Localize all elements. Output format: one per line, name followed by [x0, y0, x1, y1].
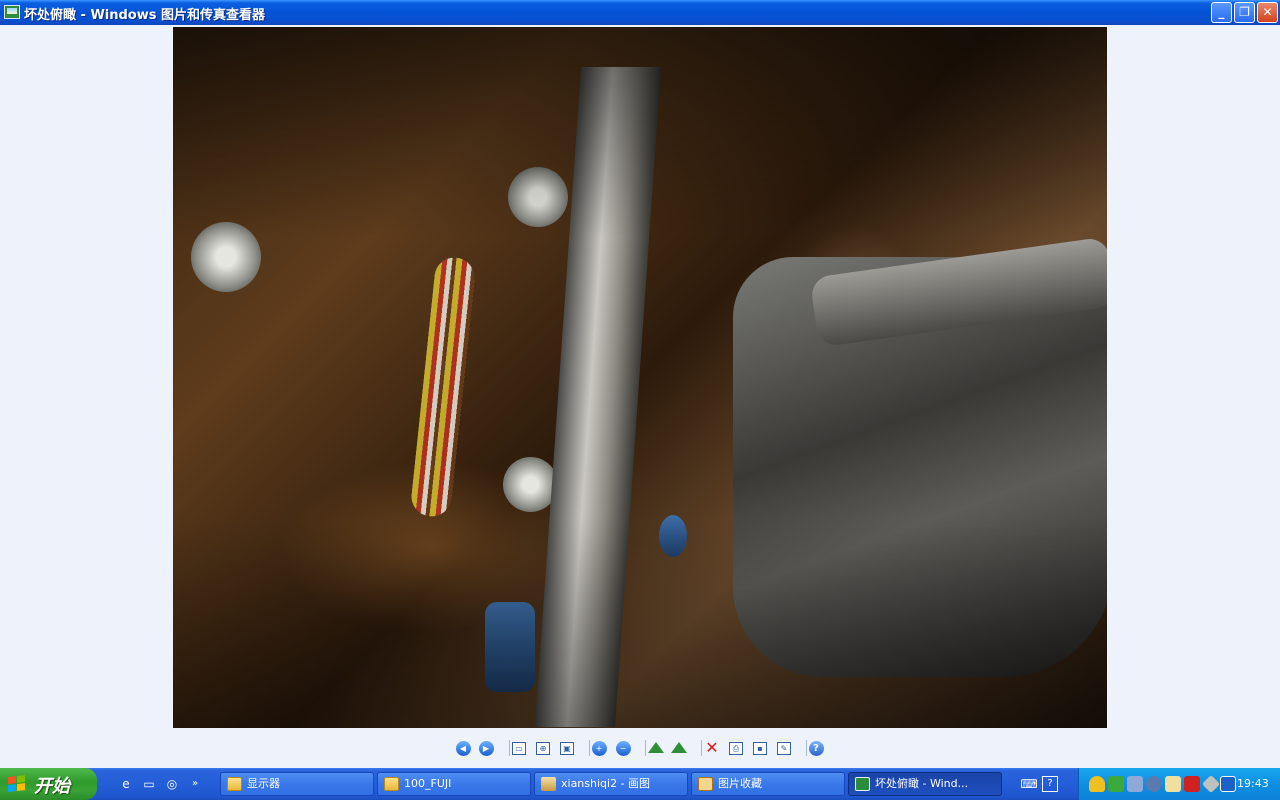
taskbar-item-my-pictures[interactable]: 图片收藏 [691, 772, 845, 796]
previous-image-button[interactable]: ◀ [453, 738, 473, 758]
taskbar: 开始 e ▭ ◎ » 显示器 100_FUJI xianshiqi2 - 画图 … [0, 768, 1280, 800]
show-desktop-icon[interactable]: ▭ [140, 776, 158, 792]
help-icon: ? [808, 741, 824, 756]
start-label: 开始 [34, 776, 70, 797]
previous-icon: ◀ [455, 741, 471, 756]
favorites-icon [698, 777, 713, 791]
start-button[interactable]: 开始 [0, 768, 97, 800]
slideshow-icon: ▣ [560, 742, 574, 755]
media-player-icon[interactable]: ◎ [163, 776, 181, 792]
kaspersky-icon[interactable] [1184, 776, 1200, 792]
diamond-icon[interactable] [1201, 774, 1221, 794]
taskbar-item-label: xianshiqi2 - 画图 [561, 777, 651, 790]
viewer-icon [855, 777, 870, 791]
title-bar[interactable]: 坏处俯瞰 - Windows 图片和传真查看器 _ ❐ ✕ [0, 0, 1280, 25]
zoom-out-button[interactable]: − [613, 738, 633, 758]
delete-icon: ✕ [705, 738, 719, 757]
rotate-clockwise-button[interactable] [646, 738, 666, 758]
volume-icon[interactable] [1146, 776, 1162, 792]
folder-icon [384, 777, 399, 791]
display-icon[interactable] [1220, 776, 1236, 792]
next-image-button[interactable]: ▶ [476, 738, 496, 758]
windows-logo-icon [8, 775, 26, 793]
rotate-counterclockwise-button[interactable] [669, 738, 689, 758]
restore-button[interactable]: ❐ [1234, 2, 1255, 23]
save-icon: ▪ [753, 742, 767, 755]
picture-viewer-icon [4, 5, 20, 19]
zoom-in-icon: + [591, 741, 607, 756]
taskbar-item-paint[interactable]: xianshiqi2 - 画图 [534, 772, 688, 796]
system-tray: 19:43 [1078, 768, 1280, 800]
internet-explorer-icon[interactable]: e [117, 776, 135, 792]
rotate-clockwise-icon [648, 742, 664, 753]
taskbar-item-label: 坏处俯瞰 - Wind... [875, 777, 969, 790]
next-icon: ▶ [478, 741, 494, 756]
network-icon[interactable] [1127, 776, 1143, 792]
close-button[interactable]: ✕ [1257, 2, 1278, 23]
taskbar-item-label: 100_FUJI [404, 777, 452, 790]
best-fit-button[interactable]: ▭ [509, 738, 529, 758]
displayed-photo[interactable] [173, 27, 1107, 728]
print-button[interactable]: ⎙ [726, 738, 746, 758]
actual-size-button[interactable]: ⊕ [533, 738, 553, 758]
taskbar-item-label: 图片收藏 [718, 777, 762, 790]
viewer-area: ◀ ▶ ▭ ⊕ ▣ + − ✕ ⎙ ▪ ✎ ? [0, 25, 1280, 768]
slideshow-button[interactable]: ▣ [557, 738, 577, 758]
minimize-button[interactable]: _ [1211, 2, 1232, 23]
viewer-toolbar: ◀ ▶ ▭ ⊕ ▣ + − ✕ ⎙ ▪ ✎ ? [450, 738, 830, 758]
paint-icon [541, 777, 556, 791]
antivirus-icon[interactable] [1108, 776, 1124, 792]
taskbar-item-label: 显示器 [247, 777, 280, 790]
zoom-in-button[interactable]: + [589, 738, 609, 758]
mail-icon[interactable] [1165, 776, 1181, 792]
language-bar-icon[interactable]: ⌨ [1020, 776, 1038, 792]
window-title: 坏处俯瞰 - Windows 图片和传真查看器 [24, 8, 266, 23]
actual-size-icon: ⊕ [536, 742, 550, 755]
delete-button[interactable]: ✕ [702, 738, 722, 758]
rotate-counterclockwise-icon [671, 742, 687, 753]
zoom-out-icon: − [615, 741, 631, 756]
best-fit-icon: ▭ [512, 742, 526, 755]
edit-icon: ✎ [777, 742, 791, 755]
taskbar-item-picture-viewer[interactable]: 坏处俯瞰 - Wind... [848, 772, 1002, 796]
taskbar-item-display[interactable]: 显示器 [220, 772, 374, 796]
print-icon: ⎙ [729, 742, 743, 755]
security-shield-icon[interactable] [1089, 776, 1105, 792]
help-button[interactable]: ? [806, 738, 826, 758]
quicklaunch-more-icon[interactable]: » [186, 776, 204, 792]
save-button[interactable]: ▪ [750, 738, 770, 758]
folder-icon [227, 777, 242, 791]
clock[interactable]: 19:43 [1237, 777, 1269, 790]
photo-shading [173, 27, 1107, 728]
edit-button[interactable]: ✎ [774, 738, 794, 758]
help-tray-icon[interactable]: ? [1042, 776, 1058, 792]
taskbar-item-100-fuji[interactable]: 100_FUJI [377, 772, 531, 796]
